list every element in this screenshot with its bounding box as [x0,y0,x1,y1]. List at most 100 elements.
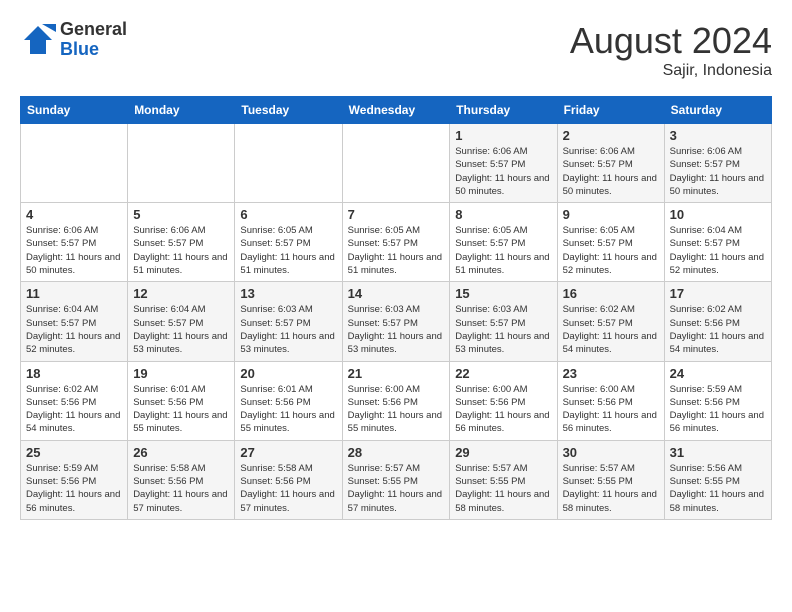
calendar-cell: 16 Sunrise: 6:02 AM Sunset: 5:57 PM Dayli… [557,282,664,361]
day-info: Sunrise: 6:05 AM Sunset: 5:57 PM Dayligh… [455,224,551,277]
day-info: Sunrise: 5:56 AM Sunset: 5:55 PM Dayligh… [670,462,766,515]
calendar-cell: 5 Sunrise: 6:06 AM Sunset: 5:57 PM Daylig… [128,203,235,282]
day-number: 17 [670,286,766,301]
day-number: 27 [240,445,336,460]
day-info: Sunrise: 5:59 AM Sunset: 5:56 PM Dayligh… [26,462,122,515]
day-number: 25 [26,445,122,460]
day-number: 4 [26,207,122,222]
day-info: Sunrise: 5:58 AM Sunset: 5:56 PM Dayligh… [240,462,336,515]
day-number: 10 [670,207,766,222]
day-number: 1 [455,128,551,143]
calendar-cell: 17 Sunrise: 6:02 AM Sunset: 5:56 PM Dayli… [664,282,771,361]
day-info: Sunrise: 6:01 AM Sunset: 5:56 PM Dayligh… [133,383,229,436]
day-info: Sunrise: 6:06 AM Sunset: 5:57 PM Dayligh… [455,145,551,198]
col-header-monday: Monday [128,97,235,124]
calendar-cell: 21 Sunrise: 6:00 AM Sunset: 5:56 PM Dayli… [342,361,450,440]
day-number: 28 [348,445,445,460]
calendar-cell: 28 Sunrise: 5:57 AM Sunset: 5:55 PM Dayli… [342,440,450,519]
day-info: Sunrise: 6:06 AM Sunset: 5:57 PM Dayligh… [133,224,229,277]
day-number: 8 [455,207,551,222]
day-number: 9 [563,207,659,222]
day-info: Sunrise: 6:02 AM Sunset: 5:57 PM Dayligh… [563,303,659,356]
day-number: 19 [133,366,229,381]
logo-blue: Blue [60,40,127,60]
day-number: 16 [563,286,659,301]
calendar-cell: 14 Sunrise: 6:03 AM Sunset: 5:57 PM Dayli… [342,282,450,361]
calendar-cell: 18 Sunrise: 6:02 AM Sunset: 5:56 PM Dayli… [21,361,128,440]
location-subtitle: Sajir, Indonesia [570,62,772,80]
calendar-cell: 6 Sunrise: 6:05 AM Sunset: 5:57 PM Daylig… [235,203,342,282]
day-number: 20 [240,366,336,381]
day-info: Sunrise: 5:57 AM Sunset: 5:55 PM Dayligh… [563,462,659,515]
calendar-cell: 23Sunrise: 6:00 AM Sunset: 5:56 PM Dayli… [557,361,664,440]
day-number: 29 [455,445,551,460]
logo-general: General [60,20,127,40]
calendar-cell: 20Sunrise: 6:01 AM Sunset: 5:56 PM Dayli… [235,361,342,440]
day-number: 6 [240,207,336,222]
calendar-cell: 25 Sunrise: 5:59 AM Sunset: 5:56 PM Dayli… [21,440,128,519]
calendar-cell: 29 Sunrise: 5:57 AM Sunset: 5:55 PM Dayli… [450,440,557,519]
calendar-cell: 7Sunrise: 6:05 AM Sunset: 5:57 PM Daylig… [342,203,450,282]
calendar-cell: 2 Sunrise: 6:06 AM Sunset: 5:57 PM Daylig… [557,124,664,203]
day-number: 24 [670,366,766,381]
day-info: Sunrise: 6:05 AM Sunset: 5:57 PM Dayligh… [563,224,659,277]
day-info: Sunrise: 6:03 AM Sunset: 5:57 PM Dayligh… [240,303,336,356]
calendar-cell: 22 Sunrise: 6:00 AM Sunset: 5:56 PM Dayli… [450,361,557,440]
page-header: General Blue August 2024 Sajir, Indonesi… [20,20,772,80]
day-number: 3 [670,128,766,143]
day-info: Sunrise: 6:06 AM Sunset: 5:57 PM Dayligh… [563,145,659,198]
day-info: Sunrise: 6:03 AM Sunset: 5:57 PM Dayligh… [455,303,551,356]
col-header-thursday: Thursday [450,97,557,124]
day-number: 11 [26,286,122,301]
calendar-cell [128,124,235,203]
calendar-cell: 8 Sunrise: 6:05 AM Sunset: 5:57 PM Daylig… [450,203,557,282]
day-info: Sunrise: 6:03 AM Sunset: 5:57 PM Dayligh… [348,303,445,356]
day-number: 18 [26,366,122,381]
day-number: 21 [348,366,445,381]
calendar-week-4: 18 Sunrise: 6:02 AM Sunset: 5:56 PM Dayli… [21,361,772,440]
logo: General Blue [20,20,127,60]
day-info: Sunrise: 6:00 AM Sunset: 5:56 PM Dayligh… [455,383,551,436]
day-info: Sunrise: 6:00 AM Sunset: 5:56 PM Dayligh… [348,383,445,436]
day-info: Sunrise: 6:04 AM Sunset: 5:57 PM Dayligh… [133,303,229,356]
day-number: 31 [670,445,766,460]
header-row: SundayMondayTuesdayWednesdayThursdayFrid… [21,97,772,124]
day-info: Sunrise: 6:02 AM Sunset: 5:56 PM Dayligh… [670,303,766,356]
day-info: Sunrise: 5:58 AM Sunset: 5:56 PM Dayligh… [133,462,229,515]
col-header-friday: Friday [557,97,664,124]
day-info: Sunrise: 6:05 AM Sunset: 5:57 PM Dayligh… [240,224,336,277]
day-info: Sunrise: 5:57 AM Sunset: 5:55 PM Dayligh… [455,462,551,515]
col-header-tuesday: Tuesday [235,97,342,124]
calendar-cell: 15 Sunrise: 6:03 AM Sunset: 5:57 PM Dayli… [450,282,557,361]
day-info: Sunrise: 6:05 AM Sunset: 5:57 PM Dayligh… [348,224,445,277]
calendar-week-5: 25 Sunrise: 5:59 AM Sunset: 5:56 PM Dayli… [21,440,772,519]
calendar-table: SundayMondayTuesdayWednesdayThursdayFrid… [20,96,772,520]
day-info: Sunrise: 6:02 AM Sunset: 5:56 PM Dayligh… [26,383,122,436]
calendar-cell: 11 Sunrise: 6:04 AM Sunset: 5:57 PM Dayli… [21,282,128,361]
day-info: Sunrise: 6:00 AM Sunset: 5:56 PM Dayligh… [563,383,659,436]
day-number: 13 [240,286,336,301]
calendar-cell: 19 Sunrise: 6:01 AM Sunset: 5:56 PM Dayli… [128,361,235,440]
calendar-cell: 30Sunrise: 5:57 AM Sunset: 5:55 PM Dayli… [557,440,664,519]
title-block: August 2024 Sajir, Indonesia [570,20,772,80]
calendar-cell: 13 Sunrise: 6:03 AM Sunset: 5:57 PM Dayli… [235,282,342,361]
calendar-cell: 24 Sunrise: 5:59 AM Sunset: 5:56 PM Dayli… [664,361,771,440]
day-number: 15 [455,286,551,301]
day-info: Sunrise: 5:59 AM Sunset: 5:56 PM Dayligh… [670,383,766,436]
day-number: 14 [348,286,445,301]
logo-icon [20,22,56,58]
calendar-cell: 31 Sunrise: 5:56 AM Sunset: 5:55 PM Dayli… [664,440,771,519]
calendar-cell: 3Sunrise: 6:06 AM Sunset: 5:57 PM Daylig… [664,124,771,203]
calendar-cell: 12Sunrise: 6:04 AM Sunset: 5:57 PM Dayli… [128,282,235,361]
col-header-wednesday: Wednesday [342,97,450,124]
day-info: Sunrise: 5:57 AM Sunset: 5:55 PM Dayligh… [348,462,445,515]
day-info: Sunrise: 6:04 AM Sunset: 5:57 PM Dayligh… [26,303,122,356]
day-number: 22 [455,366,551,381]
calendar-cell [235,124,342,203]
day-number: 5 [133,207,229,222]
calendar-cell: 26Sunrise: 5:58 AM Sunset: 5:56 PM Dayli… [128,440,235,519]
calendar-cell: 4Sunrise: 6:06 AM Sunset: 5:57 PM Daylig… [21,203,128,282]
calendar-week-3: 11 Sunrise: 6:04 AM Sunset: 5:57 PM Dayli… [21,282,772,361]
day-number: 2 [563,128,659,143]
month-year-title: August 2024 [570,20,772,62]
